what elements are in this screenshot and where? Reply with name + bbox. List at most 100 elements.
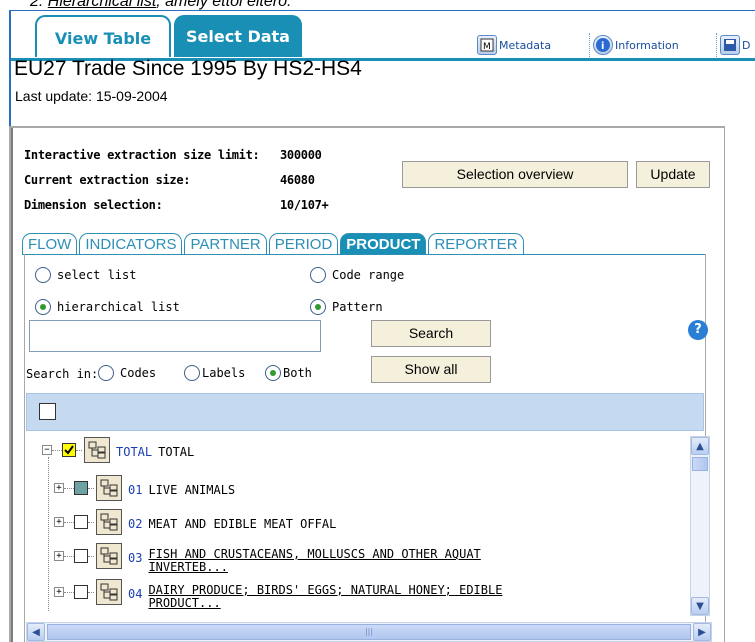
- tree-label-line1[interactable]: DAIRY PRODUCE; BIRDS' EGGS; NATURAL HONE…: [148, 583, 502, 597]
- radio-circle: [310, 267, 326, 283]
- dimension-label: Dimension selection:: [24, 198, 163, 212]
- tab-product[interactable]: PRODUCT: [340, 233, 427, 255]
- limit-label: Interactive extraction size limit:: [24, 148, 260, 162]
- tree-row[interactable]: + 04 DAIRY PRODUCE; BIRDS' EGGS; NATURAL…: [54, 579, 502, 611]
- radio-both[interactable]: Both: [265, 365, 312, 381]
- tree-code[interactable]: 01: [128, 483, 142, 497]
- radio-hierarchical-list-label: hierarchical list: [57, 300, 180, 314]
- radio-code-range[interactable]: Code range: [310, 267, 404, 283]
- tree-label-line1[interactable]: FISH AND CRUSTACEANS, MOLLUSCS AND OTHER…: [148, 547, 480, 561]
- search-button[interactable]: Search: [371, 320, 491, 347]
- tree-row[interactable]: + 02 MEAT AND EDIBLE MEAT OFFAL: [54, 509, 336, 535]
- radio-circle-selected: [310, 299, 326, 315]
- tab-flow[interactable]: FLOW: [22, 233, 78, 255]
- tree-code[interactable]: TOTAL: [116, 445, 152, 459]
- expand-icon[interactable]: +: [54, 483, 64, 493]
- radio-codes[interactable]: Codes: [98, 365, 156, 381]
- dimension-tabs: FLOW INDICATORS PARTNER PERIOD PRODUCT R…: [22, 233, 526, 255]
- save-button[interactable]: D: [716, 33, 750, 57]
- metadata-button[interactable]: M Metadata: [477, 33, 551, 57]
- last-update: Last update: 15-09-2004: [15, 88, 168, 104]
- help-icon[interactable]: ?: [688, 320, 708, 340]
- tree-node-icon[interactable]: [96, 509, 122, 535]
- horizontal-scrollbar[interactable]: ◀ ||| ▶: [26, 622, 712, 642]
- tree-checkbox-checked[interactable]: [62, 443, 76, 457]
- limit-value: 300000: [280, 148, 322, 162]
- radio-circle: [98, 365, 114, 381]
- tab-select-data[interactable]: Select Data: [174, 15, 302, 57]
- tab-partner[interactable]: PARTNER: [184, 233, 267, 255]
- caption-number: 2.: [30, 0, 44, 10]
- scroll-down-icon[interactable]: ▼: [691, 597, 709, 615]
- information-button[interactable]: i Information: [589, 33, 679, 57]
- update-button[interactable]: Update: [636, 161, 710, 188]
- panel-edge: [11, 128, 13, 642]
- expand-icon[interactable]: +: [54, 551, 64, 561]
- radio-circle-selected: [265, 365, 281, 381]
- tree-node-icon[interactable]: [96, 579, 122, 605]
- radio-select-list[interactable]: select list: [35, 267, 136, 283]
- tab-reporter[interactable]: REPORTER: [428, 233, 524, 255]
- collapse-icon[interactable]: −: [42, 445, 52, 455]
- tree-checkbox-partial[interactable]: [74, 481, 88, 495]
- radio-pattern[interactable]: Pattern: [310, 299, 383, 315]
- scroll-up-icon[interactable]: ▲: [691, 437, 709, 455]
- tree-node-icon[interactable]: [84, 437, 110, 463]
- tree-row[interactable]: + 01 LIVE ANIMALS: [54, 475, 235, 501]
- radio-circle: [184, 365, 200, 381]
- tree-checkbox[interactable]: [74, 585, 88, 599]
- information-label: Information: [615, 38, 679, 52]
- selection-overview-button[interactable]: Selection overview: [402, 161, 628, 188]
- hscroll-thumb[interactable]: |||: [47, 624, 691, 640]
- tree-node-icon[interactable]: [96, 475, 122, 501]
- tree-row[interactable]: + 03 FISH AND CRUSTACEANS, MOLLUSCS AND …: [54, 543, 481, 575]
- radio-labels-label: Labels: [202, 366, 246, 380]
- tab-indicators[interactable]: INDICATORS: [79, 233, 183, 255]
- search-in-row: Search in:: [26, 367, 98, 381]
- tab-period[interactable]: PERIOD: [268, 233, 339, 255]
- tree-checkbox[interactable]: [74, 549, 88, 563]
- show-all-button[interactable]: Show all: [371, 356, 491, 383]
- radio-select-list-label: select list: [57, 268, 137, 282]
- tree-checkbox[interactable]: [74, 515, 88, 529]
- radio-circle-selected: [35, 299, 51, 315]
- expand-icon[interactable]: +: [54, 587, 64, 597]
- caption-rest: , amely ettől eltérő:: [156, 0, 292, 10]
- expand-icon[interactable]: +: [54, 517, 64, 527]
- scroll-left-icon[interactable]: ◀: [27, 623, 45, 641]
- tree-row[interactable]: − TOTAL TOTAL: [42, 437, 194, 463]
- svg-text:M: M: [483, 42, 491, 52]
- tree-label: LIVE ANIMALS: [148, 483, 236, 497]
- metadata-icon: M: [477, 35, 497, 55]
- radio-code-range-label: Code range: [332, 268, 405, 282]
- metadata-label: Metadata: [499, 38, 552, 52]
- scroll-right-icon[interactable]: ▶: [693, 623, 711, 641]
- search-in-label: Search in:: [26, 367, 99, 381]
- product-tree: − TOTAL TOTAL + 01 LIVE ANIMALS + 02 MEA…: [26, 431, 720, 611]
- dimension-value: 10/107+: [280, 198, 329, 212]
- tree-guide-line: [48, 457, 49, 611]
- tree-label-line2[interactable]: PRODUCT...: [148, 596, 220, 610]
- tree-label: MEAT AND EDIBLE MEAT OFFAL: [148, 517, 337, 531]
- list-header: [26, 393, 704, 431]
- info-icon: i: [593, 35, 613, 55]
- save-icon: [720, 35, 740, 55]
- tree-label-link[interactable]: FISH AND CRUSTACEANS, MOLLUSCS AND OTHER…: [148, 548, 480, 574]
- radio-circle: [35, 267, 51, 283]
- tree-code[interactable]: 03: [128, 551, 142, 565]
- search-input[interactable]: [29, 320, 321, 352]
- tab-view-table[interactable]: View Table: [35, 15, 171, 57]
- tree-code[interactable]: 04: [128, 587, 142, 601]
- tree-code[interactable]: 02: [128, 517, 142, 531]
- vertical-scrollbar[interactable]: ▲ ▼: [690, 436, 710, 616]
- tree-label-line2[interactable]: INVERTEB...: [148, 560, 227, 574]
- select-all-checkbox[interactable]: [39, 403, 56, 420]
- radio-codes-label: Codes: [120, 366, 157, 380]
- radio-both-label: Both: [283, 366, 312, 380]
- tree-node-icon[interactable]: [96, 543, 122, 569]
- radio-labels[interactable]: Labels: [184, 365, 245, 381]
- tree-label-link[interactable]: DAIRY PRODUCE; BIRDS' EGGS; NATURAL HONE…: [148, 584, 502, 610]
- save-label-cut: D: [742, 38, 751, 52]
- radio-hierarchical-list[interactable]: hierarchical list: [35, 299, 180, 315]
- scroll-thumb[interactable]: [692, 457, 708, 471]
